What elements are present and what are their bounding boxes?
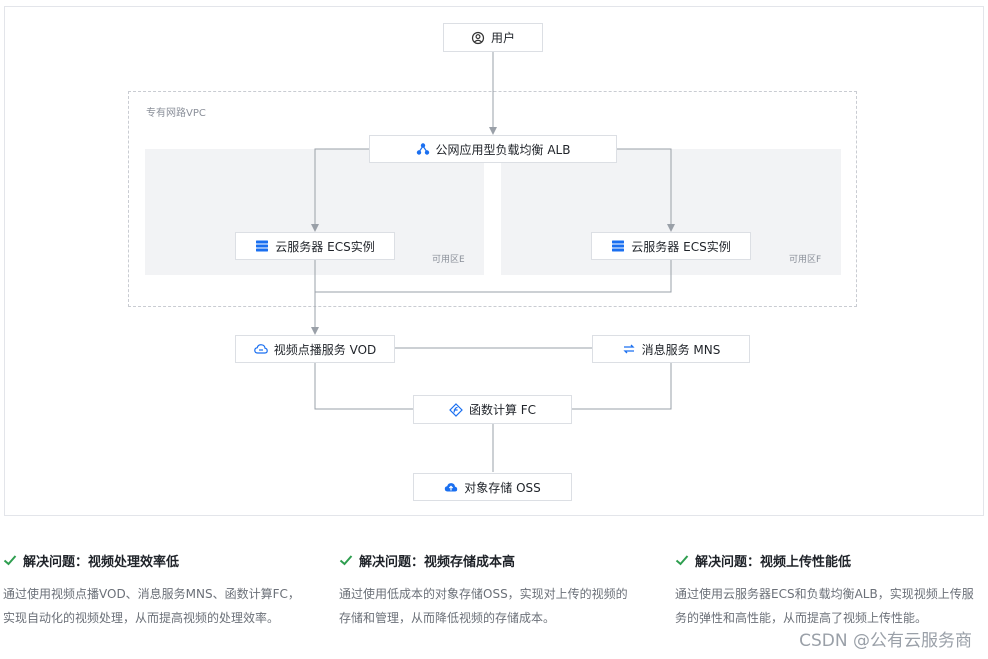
node-oss-label: 对象存储 OSS bbox=[464, 480, 541, 495]
benefit-1: 解决问题：视频处理效率低 通过使用视频点播VOD、消息服务MNS、函数计算FC，… bbox=[3, 550, 303, 630]
edge-alb-ecs-f bbox=[617, 148, 675, 232]
load-balancer-icon bbox=[416, 142, 430, 156]
cloud-link-icon bbox=[253, 342, 268, 356]
benefit-1-head: 解决问题：视频处理效率低 bbox=[3, 550, 303, 570]
user-icon bbox=[471, 31, 485, 45]
benefit-3-head: 解决问题：视频上传性能低 bbox=[675, 550, 975, 570]
node-fc-label: 函数计算 FC bbox=[468, 403, 537, 417]
node-alb-label: 公网应用型负载均衡 ALB bbox=[435, 142, 571, 157]
benefit-2-head: 解决问题：视频存储成本高 bbox=[339, 550, 639, 570]
node-ecs-e[interactable]: 云服务器 ECS实例 bbox=[235, 232, 395, 260]
benefit-2-desc: 通过使用低成本的对象存储OSS，实现对上传的视频的存储和管理，从而降低视频的存储… bbox=[339, 587, 628, 625]
node-oss[interactable]: 对象存储 OSS bbox=[413, 473, 572, 501]
node-vod[interactable]: 视频点播服务 VOD bbox=[235, 335, 395, 363]
server-icon bbox=[611, 239, 625, 253]
edge-mns-fc bbox=[572, 362, 672, 410]
node-vod-label: 视频点播服务 VOD bbox=[273, 342, 377, 357]
benefit-2-title: 解决问题：视频存储成本高 bbox=[359, 554, 516, 570]
check-icon bbox=[3, 555, 17, 566]
node-alb[interactable]: 公网应用型负载均衡 ALB bbox=[369, 135, 617, 163]
benefit-1-desc: 通过使用视频点播VOD、消息服务MNS、函数计算FC，实现自动化的视频处理，从而… bbox=[3, 587, 300, 625]
benefit-1-title: 解决问题：视频处理效率低 bbox=[23, 554, 180, 570]
node-ecs-f-label: 云服务器 ECS实例 bbox=[631, 239, 731, 254]
benefit-3-desc: 通过使用云服务器ECS和负载均衡ALB，实现视频上传服务的弹性和高性能，从而提高… bbox=[675, 587, 974, 625]
watermark: CSDN @公有云服务商 bbox=[799, 631, 972, 651]
function-icon bbox=[449, 402, 463, 417]
edge-vod-fc bbox=[314, 362, 413, 410]
benefit-2: 解决问题：视频存储成本高 通过使用低成本的对象存储OSS，实现对上传的视频的存储… bbox=[339, 550, 639, 630]
benefit-3: 解决问题：视频上传性能低 通过使用云服务器ECS和负载均衡ALB，实现视频上传服… bbox=[675, 550, 975, 630]
edge-alb-ecs-e bbox=[311, 148, 369, 232]
node-ecs-f[interactable]: 云服务器 ECS实例 bbox=[591, 232, 751, 260]
check-icon bbox=[675, 555, 689, 566]
node-fc[interactable]: 函数计算 FC bbox=[413, 395, 572, 424]
node-mns[interactable]: 消息服务 MNS bbox=[592, 335, 750, 363]
server-icon bbox=[255, 239, 269, 253]
cloud-upload-icon bbox=[444, 480, 458, 494]
sync-icon bbox=[622, 342, 636, 356]
node-mns-label: 消息服务 MNS bbox=[641, 342, 721, 357]
node-user[interactable]: 用户 bbox=[443, 23, 543, 52]
edge-ecs-f-down bbox=[315, 260, 672, 293]
node-user-label: 用户 bbox=[490, 31, 515, 45]
benefit-3-title: 解决问题：视频上传性能低 bbox=[695, 554, 852, 570]
node-ecs-e-label: 云服务器 ECS实例 bbox=[275, 239, 375, 254]
check-icon bbox=[339, 555, 353, 566]
